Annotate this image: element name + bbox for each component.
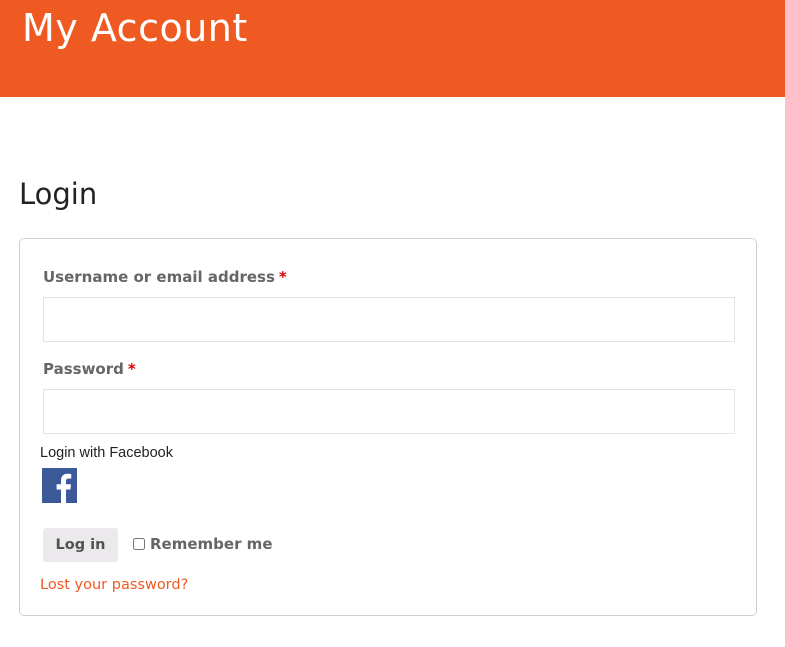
login-heading: Login [19,177,98,211]
remember-me-checkbox[interactable] [133,538,145,550]
facebook-login-button[interactable] [42,468,77,503]
password-label: Password * [43,359,136,379]
remember-me[interactable]: Remember me [133,534,273,554]
login-form: Username or email address * Password * Log… [19,238,757,616]
remember-me-label[interactable]: Remember me [150,534,273,554]
facebook-login-label: Login with Facebook [40,445,173,461]
username-input[interactable] [43,297,735,342]
required-marker: * [278,268,287,286]
password-label-text: Password [43,360,124,378]
login-button[interactable]: Log in [43,528,118,562]
username-label: Username or email address * [43,267,287,287]
password-input[interactable] [43,389,735,434]
facebook-icon [42,468,77,503]
required-marker: * [127,360,136,378]
page-header: My Account [0,0,785,97]
page-title: My Account [22,6,248,50]
username-label-text: Username or email address [43,268,275,286]
lost-password-link[interactable]: Lost your password? [40,575,188,595]
